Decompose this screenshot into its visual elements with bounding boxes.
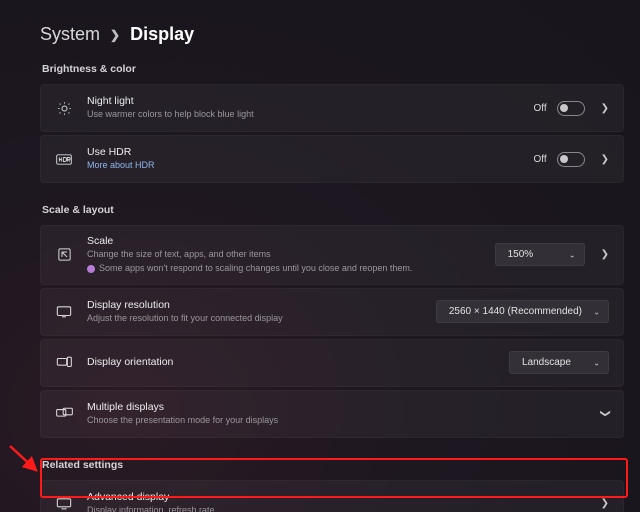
breadcrumb-current: Display [130,24,194,45]
hdr-state: Off [533,154,546,165]
multiple-displays-icon [53,407,75,420]
night-light-icon [53,101,75,116]
multiple-sub: Choose the presentation mode for your di… [87,415,595,426]
section-brightness-title: Brightness & color [42,63,624,75]
hdr-icon [53,154,75,165]
advanced-sub: Display information, refresh rate [87,505,595,512]
breadcrumb-parent[interactable]: System [40,24,100,45]
hdr-title: Use HDR [87,146,533,159]
multiple-title: Multiple displays [87,401,595,414]
resolution-title: Display resolution [87,299,436,312]
hdr-toggle[interactable] [557,152,585,167]
row-resolution[interactable]: Display resolution Adjust the resolution… [40,288,624,336]
night-light-sub: Use warmer colors to help block blue lig… [87,109,533,120]
scale-dropdown[interactable]: 150% ⌄ [495,243,585,266]
resolution-value: 2560 × 1440 (Recommended) [449,306,582,317]
row-scale[interactable]: Scale Change the size of text, apps, and… [40,225,624,285]
night-light-state: Off [533,103,546,114]
scale-warn: Some apps won't respond to scaling chang… [99,263,412,274]
scale-title: Scale [87,235,495,248]
chevron-right-icon[interactable]: ❯ [601,498,609,509]
chevron-down-icon: ⌄ [593,307,600,316]
chevron-right-icon[interactable]: ❯ [601,154,609,165]
section-related-title: Related settings [42,459,624,471]
night-light-toggle[interactable] [557,101,585,116]
orientation-icon [53,356,75,369]
warning-dot-icon [87,265,95,273]
hdr-link[interactable]: More about HDR [87,160,533,171]
breadcrumb: System ❯ Display [40,24,624,45]
scale-value: 150% [508,249,534,260]
resolution-sub: Adjust the resolution to fit your connec… [87,313,436,324]
row-orientation[interactable]: Display orientation Landscape ⌄ [40,339,624,387]
row-advanced-display[interactable]: Advanced display Display information, re… [40,480,624,512]
night-light-title: Night light [87,95,533,108]
orientation-title: Display orientation [87,356,509,369]
row-multiple-displays[interactable]: Multiple displays Choose the presentatio… [40,390,624,438]
row-night-light[interactable]: Night light Use warmer colors to help bl… [40,84,624,132]
chevron-down-icon[interactable]: ❯ [599,409,610,417]
row-hdr[interactable]: Use HDR More about HDR Off ❯ [40,135,624,183]
scale-icon [53,247,75,262]
advanced-title: Advanced display [87,491,595,504]
chevron-right-icon[interactable]: ❯ [601,249,609,260]
chevron-right-icon: ❯ [110,28,120,42]
chevron-down-icon: ⌄ [593,358,600,367]
scale-sub: Change the size of text, apps, and other… [87,249,495,260]
orientation-value: Landscape [522,357,571,368]
chevron-down-icon: ⌄ [569,250,576,259]
resolution-dropdown[interactable]: 2560 × 1440 (Recommended) ⌄ [436,300,609,323]
orientation-dropdown[interactable]: Landscape ⌄ [509,351,609,374]
resolution-icon [53,305,75,318]
section-scale-title: Scale & layout [42,204,624,216]
chevron-right-icon[interactable]: ❯ [601,103,609,114]
advanced-display-icon [53,497,75,510]
